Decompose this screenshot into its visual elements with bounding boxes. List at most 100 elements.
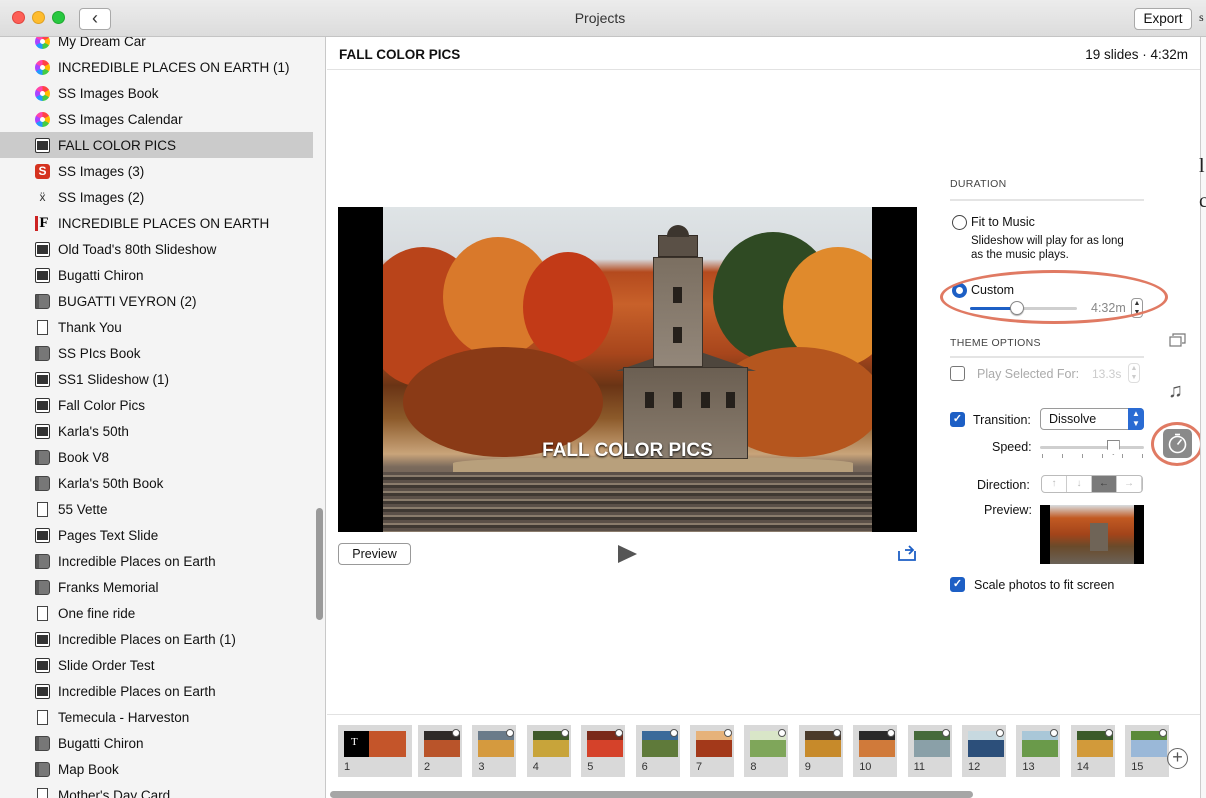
sidebar-item[interactable]: 55 Vette <box>0 496 313 522</box>
slide-thumbnail[interactable]: 14 <box>1070 725 1115 777</box>
sidebar-item[interactable]: Incredible Places on Earth (1) <box>0 626 313 652</box>
sidebar-item[interactable]: INCREDIBLE PLACES ON EARTH (1) <box>0 54 313 80</box>
slide-thumbnail[interactable]: 2 <box>418 725 462 777</box>
sidebar-item[interactable]: Thank You <box>0 314 313 340</box>
slideshow-icon <box>35 397 50 413</box>
thumbnail-number: 10 <box>859 761 872 773</box>
thumbnail-number: 12 <box>968 761 981 773</box>
sidebar-item-label: Bugatti Chiron <box>58 267 144 283</box>
loop-icon[interactable] <box>897 545 917 562</box>
project-header: FALL COLOR PICS 19 slides · 4:32m <box>327 37 1200 70</box>
slide-thumbnail[interactable]: 10 <box>853 725 898 777</box>
theme-stack-icon[interactable] <box>1169 333 1186 347</box>
sidebar-item-label: Map Book <box>58 761 119 777</box>
direction-option[interactable]: ↑ <box>1042 476 1067 492</box>
transition-select[interactable]: Dissolve ▲ ▼ <box>1040 408 1144 430</box>
sidebar-item[interactable]: Mother's Day Card <box>0 782 313 798</box>
sidebar-item[interactable]: Bugatti Chiron <box>0 730 313 756</box>
book-icon <box>35 449 50 465</box>
sidebar-item[interactable]: SS Images Calendar <box>0 106 313 132</box>
scale-photos-label: Scale photos to fit screen <box>974 578 1115 592</box>
sidebar-item-label: Thank You <box>58 319 122 335</box>
sidebar-item[interactable]: One fine ride <box>0 600 313 626</box>
thumbnail-number: 2 <box>424 761 431 773</box>
timer-highlight-annotation <box>1151 422 1203 466</box>
direction-option[interactable]: ← <box>1092 476 1117 492</box>
sidebar-scrollbar[interactable] <box>316 508 323 620</box>
slide-thumbnail[interactable]: 8 <box>744 725 789 777</box>
photos-icon <box>35 111 50 127</box>
sidebar-item[interactable]: Franks Memorial <box>0 574 313 600</box>
filmstrip-scrollbar[interactable] <box>330 791 973 798</box>
sidebar-item-label: INCREDIBLE PLACES ON EARTH (1) <box>58 59 290 75</box>
sidebar-item[interactable]: Pages Text Slide <box>0 522 313 548</box>
speed-slider[interactable] <box>1040 446 1144 449</box>
sidebar-item[interactable]: Slide Order Test <box>0 652 313 678</box>
slide-thumbnail[interactable]: 4 <box>526 725 571 777</box>
slide-thumbnail[interactable]: 13 <box>1016 725 1061 777</box>
slide-thumbnail[interactable]: 11 <box>907 725 952 777</box>
slide-thumbnail[interactable]: T1 <box>338 725 412 777</box>
sidebar-item[interactable]: Fall Color Pics <box>0 392 313 418</box>
slideshow-icon <box>35 241 50 257</box>
sidebar-item[interactable]: Incredible Places on Earth <box>0 678 313 704</box>
sidebar-item[interactable]: Bugatti Chiron <box>0 262 313 288</box>
slideshow-icon <box>35 657 50 673</box>
sidebar-item[interactable]: SS Images Book <box>0 80 313 106</box>
sidebar-item[interactable]: BUGATTI VEYRON (2) <box>0 288 313 314</box>
sidebar-item-label: Fall Color Pics <box>58 397 146 413</box>
slide-thumbnail[interactable]: 12 <box>962 725 1006 777</box>
export-button[interactable]: Export <box>1134 8 1192 30</box>
sidebar-item[interactable]: Old Toad's 80th Slideshow <box>0 236 313 262</box>
sidebar-item-label: Franks Memorial <box>58 579 159 595</box>
slide-viewer[interactable]: FALL COLOR PICS <box>338 207 917 532</box>
sidebar-item-label: FALL COLOR PICS <box>58 137 177 153</box>
play-selected-stepper[interactable]: ▲ ▼ <box>1128 363 1140 383</box>
clock-badge-icon <box>996 729 1004 737</box>
s-app-icon: S <box>35 163 50 179</box>
sidebar-item-label: Mother's Day Card <box>58 787 171 798</box>
card-icon <box>37 709 48 725</box>
direction-option[interactable]: ↓ <box>1067 476 1092 492</box>
slide-thumbnail[interactable]: 9 <box>798 725 843 777</box>
play-selected-value: 13.3s <box>1092 367 1122 381</box>
sidebar-item[interactable]: F INCREDIBLE PLACES ON EARTH <box>0 210 313 236</box>
sidebar-item[interactable]: My Dream Car <box>0 37 313 54</box>
slide-thumbnail[interactable]: 7 <box>690 725 734 777</box>
book-icon <box>35 735 50 751</box>
sidebar-item[interactable]: SS1 Slideshow (1) <box>0 366 313 392</box>
sidebar-item[interactable]: Temecula - Harveston <box>0 704 313 730</box>
sidebar-item[interactable]: ẍ SS Images (2) <box>0 184 313 210</box>
transition-checkbox[interactable]: ✓ <box>950 412 965 427</box>
sidebar-item[interactable]: S SS Images (3) <box>0 158 313 184</box>
project-sidebar: My Dream Car INCREDIBLE PLACES ON EARTH (… <box>0 37 326 798</box>
direction-option[interactable]: → <box>1117 476 1142 492</box>
slide-thumbnail[interactable]: 15 <box>1125 725 1170 777</box>
sidebar-item[interactable]: Incredible Places on Earth <box>0 548 313 574</box>
music-note-icon[interactable]: ♫ <box>1168 380 1183 403</box>
play-selected-checkbox[interactable] <box>950 366 965 381</box>
speed-slider-knob[interactable] <box>1106 440 1120 455</box>
sidebar-item-label: Karla's 50th <box>58 423 129 439</box>
sidebar-item[interactable]: FALL COLOR PICS <box>0 132 313 158</box>
sidebar-item[interactable]: SS PIcs Book <box>0 340 313 366</box>
preview-button[interactable]: Preview <box>338 543 411 565</box>
sidebar-item[interactable]: Book V8 <box>0 444 313 470</box>
thumbnail-image: T <box>344 731 406 757</box>
fit-to-music-radio[interactable] <box>952 215 967 230</box>
direction-segmented-control[interactable]: ↑ ↓ ← → <box>1041 475 1143 493</box>
project-title: FALL COLOR PICS <box>339 47 461 62</box>
sidebar-item[interactable]: Karla's 50th Book <box>0 470 313 496</box>
sidebar-item-label: SS Images (2) <box>58 189 145 205</box>
slideshow-icon <box>35 423 50 439</box>
sidebar-item[interactable]: Map Book <box>0 756 313 782</box>
scale-photos-checkbox[interactable]: ✓ <box>950 577 965 592</box>
play-icon[interactable] <box>618 545 637 563</box>
transition-preview-thumbnail <box>1040 505 1144 564</box>
add-slide-button[interactable]: + <box>1167 748 1188 769</box>
slideshow-icon <box>35 631 50 647</box>
sidebar-item[interactable]: Karla's 50th <box>0 418 313 444</box>
slide-thumbnail[interactable]: 5 <box>581 725 626 777</box>
slide-thumbnail[interactable]: 3 <box>472 725 517 777</box>
slide-thumbnail[interactable]: 6 <box>635 725 680 777</box>
